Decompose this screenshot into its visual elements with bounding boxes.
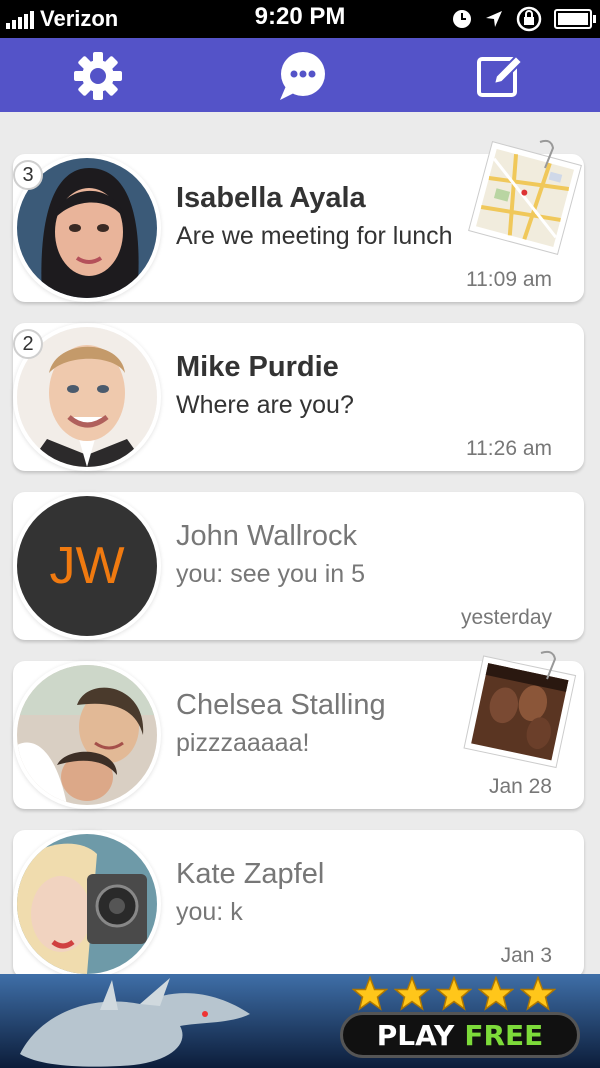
contact-name: Chelsea Stalling bbox=[176, 689, 386, 721]
compose-button[interactable] bbox=[474, 50, 526, 102]
messages-button[interactable] bbox=[276, 50, 328, 102]
unread-count-badge: 2 bbox=[13, 329, 43, 359]
compose-icon bbox=[477, 54, 524, 97]
status-bar: Verizon 9:20 PM bbox=[0, 0, 600, 38]
chat-bubble-icon bbox=[280, 52, 325, 100]
play-free-word-1: PLAY bbox=[376, 1018, 455, 1052]
star-icon bbox=[436, 976, 472, 1011]
message-preview: Are we meeting for lunch bbox=[176, 222, 453, 250]
alarm-icon bbox=[453, 10, 471, 28]
avatar-initials: JW bbox=[49, 537, 125, 595]
play-free-word-2: FREE bbox=[464, 1018, 544, 1052]
conversation-item[interactable]: 3 Isabella Ayala Are we meeting for lunc… bbox=[13, 139, 584, 302]
conversation-item[interactable]: Chelsea Stalling pizzzaaaaa! Jan 28 bbox=[13, 650, 584, 809]
status-right bbox=[452, 6, 596, 32]
avatar: JW bbox=[17, 496, 157, 636]
message-time: 11:09 am bbox=[466, 268, 552, 291]
rating-stars bbox=[352, 976, 556, 1012]
message-preview: Where are you? bbox=[176, 391, 354, 419]
message-preview: you: k bbox=[176, 898, 243, 926]
message-time: yesterday bbox=[460, 606, 552, 629]
avatar bbox=[17, 665, 157, 805]
unread-count-badge: 3 bbox=[13, 160, 43, 190]
gear-icon bbox=[74, 52, 122, 100]
ad-banner[interactable]: PLAY FREE bbox=[0, 974, 600, 1068]
contact-name: Isabella Ayala bbox=[176, 182, 366, 214]
star-icon bbox=[394, 976, 430, 1011]
message-preview: you: see you in 5 bbox=[176, 560, 366, 588]
map-thumbnail[interactable] bbox=[465, 138, 585, 263]
message-preview: pizzzaaaaa! bbox=[176, 729, 310, 757]
settings-button[interactable] bbox=[72, 50, 124, 102]
contact-name: Kate Zapfel bbox=[176, 858, 325, 890]
battery-icon bbox=[554, 9, 596, 29]
play-free-button[interactable]: PLAY FREE bbox=[340, 1012, 580, 1058]
conversation-item[interactable]: JW John Wallrock you: see you in 5 yeste… bbox=[13, 492, 584, 640]
message-time: Jan 28 bbox=[488, 775, 552, 798]
location-icon bbox=[486, 11, 502, 27]
rotation-lock-icon bbox=[516, 6, 542, 32]
contact-name: John Wallrock bbox=[176, 520, 358, 552]
photo-thumbnail[interactable] bbox=[461, 649, 583, 776]
conversation-item[interactable]: Kate Zapfel you: k Jan 3 bbox=[13, 830, 584, 974]
conversation-item[interactable]: 2 Mike Purdie Where are you? 11:26 am bbox=[13, 323, 584, 471]
star-icon bbox=[478, 976, 514, 1011]
message-time: 11:26 am bbox=[466, 437, 552, 460]
message-time: Jan 3 bbox=[500, 944, 552, 967]
conversation-list: 3 Isabella Ayala Are we meeting for lunc… bbox=[0, 112, 600, 974]
nav-bar bbox=[0, 38, 600, 112]
contact-name: Mike Purdie bbox=[176, 351, 339, 383]
star-icon bbox=[352, 976, 388, 1011]
star-icon bbox=[520, 976, 556, 1011]
avatar bbox=[17, 834, 157, 974]
